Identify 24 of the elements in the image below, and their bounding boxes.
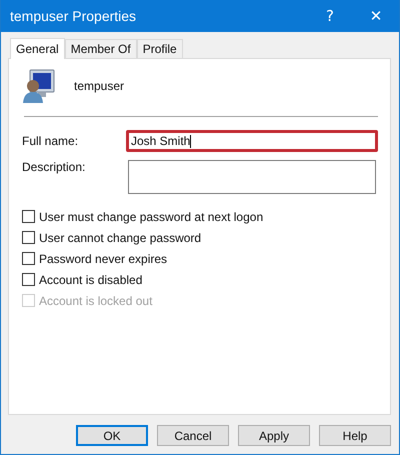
checkbox[interactable] [22, 273, 35, 286]
tab[interactable]: Member Of [64, 39, 137, 58]
field-label: Full name: [22, 134, 80, 148]
user-name: tempuser [74, 79, 124, 93]
checkbox-label: Account is locked out [39, 294, 152, 308]
field-label: Description: [22, 160, 86, 176]
full-name-field[interactable]: Josh Smith [126, 130, 378, 152]
checkbox-label: User cannot change password [39, 230, 202, 244]
checkbox[interactable] [22, 210, 35, 223]
checkbox-label: Password never expires [39, 252, 168, 266]
dialog-button[interactable]: Cancel [157, 425, 229, 446]
dialog-button[interactable]: Apply [238, 425, 310, 446]
window-title: tempuser Properties [9, 8, 136, 24]
dialog-button[interactable]: OK [76, 425, 148, 446]
close-button[interactable]: ✕ [353, 0, 399, 32]
tab[interactable]: Profile [136, 39, 183, 58]
checkbox[interactable] [22, 252, 35, 265]
help-button[interactable]: ? [307, 0, 353, 32]
tab[interactable]: General [10, 38, 65, 59]
checkbox-label: Account is disabled [39, 272, 142, 286]
description-field[interactable] [128, 160, 376, 194]
checkbox[interactable] [22, 231, 35, 244]
dialog-button[interactable]: Help [319, 425, 391, 446]
checkbox-label: User must change password at next logon [39, 210, 264, 224]
